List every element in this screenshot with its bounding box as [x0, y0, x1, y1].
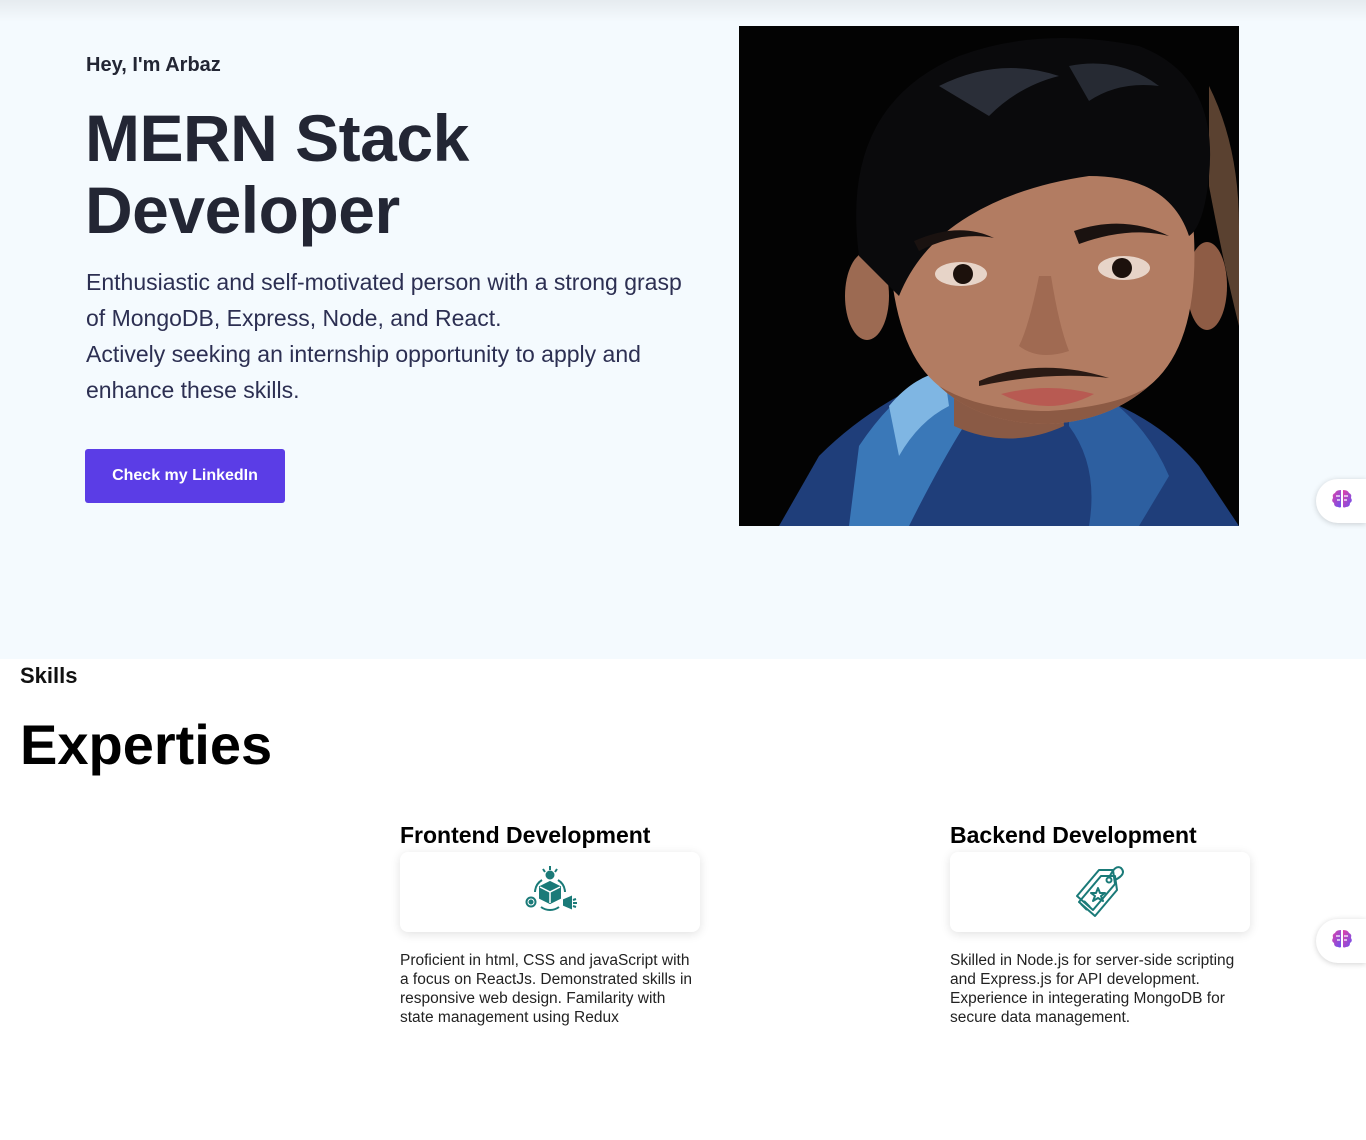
- brain-icon: [1330, 487, 1354, 516]
- skill-frontend: Frontend Development Proficient in html,…: [400, 820, 700, 1027]
- hero-description-line1: Enthusiastic and self-motivated person w…: [86, 269, 682, 331]
- skill-icon-card: [950, 852, 1250, 932]
- brain-icon: [1330, 927, 1354, 956]
- linkedin-button[interactable]: Check my LinkedIn: [85, 449, 285, 503]
- hero-description-line2: Actively seeking an internship opportuni…: [86, 341, 641, 403]
- header-shadow: [0, 0, 1366, 22]
- price-tag-icon: [1071, 862, 1129, 923]
- profile-photo: [739, 26, 1239, 526]
- hero-description: Enthusiastic and self-motivated person w…: [86, 264, 686, 408]
- floating-brain-button[interactable]: [1316, 479, 1366, 523]
- frontend-dev-icon: [521, 862, 579, 923]
- floating-brain-button[interactable]: [1316, 919, 1366, 963]
- hero-greeting: Hey, I'm Arbaz: [86, 54, 221, 76]
- skills-title: Experties: [20, 713, 273, 776]
- skill-backend: Backend Development Skilled in Node.js f…: [950, 820, 1250, 1027]
- hero-title: MERN Stack Developer: [85, 101, 469, 247]
- profile-photo-illustration: [739, 26, 1239, 526]
- skill-name: Frontend Development: [400, 822, 651, 848]
- hero-section: Hey, I'm Arbaz MERN Stack Developer Enth…: [0, 0, 1366, 659]
- skill-description: Skilled in Node.js for server-side scrip…: [950, 952, 1235, 1026]
- skill-description: Proficient in html, CSS and javaScript w…: [400, 952, 693, 1026]
- skill-name: Backend Development: [950, 822, 1197, 848]
- skills-tag: Skills: [20, 663, 78, 688]
- skill-icon-card: [400, 852, 700, 932]
